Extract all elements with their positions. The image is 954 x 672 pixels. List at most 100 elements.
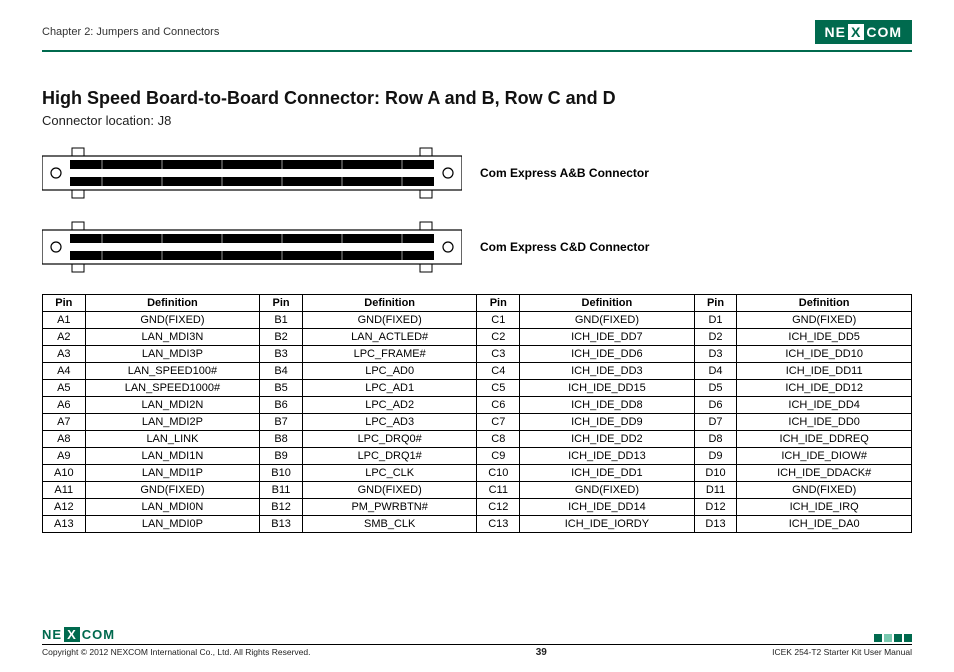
cell-pin: D2 [694,329,737,346]
cell-definition: ICH_IDE_DD10 [737,346,912,363]
footer-nexcom-logo: NE X COM [42,627,115,642]
cell-definition: ICH_IDE_DDACK# [737,465,912,482]
cell-pin: C2 [477,329,520,346]
connector-ab-label: Com Express A&B Connector [480,166,649,180]
cell-pin: B10 [260,465,303,482]
cell-definition: ICH_IDE_IRQ [737,499,912,516]
header-divider [42,50,912,52]
cell-definition: PM_PWRBTN# [302,499,477,516]
cell-pin: D12 [694,499,737,516]
cell-pin: C10 [477,465,520,482]
cell-definition: LAN_MDI2N [85,397,260,414]
cell-pin: D4 [694,363,737,380]
logo-part-com: COM [866,24,902,40]
cell-definition: LAN_SPEED1000# [85,380,260,397]
cell-pin: C9 [477,448,520,465]
cell-pin: C3 [477,346,520,363]
cell-pin: B13 [260,516,303,533]
cell-definition: ICH_IDE_DDREQ [737,431,912,448]
cell-definition: ICH_IDE_DD13 [520,448,695,465]
nexcom-logo: NE X COM [815,20,912,44]
cell-definition: ICH_IDE_DD6 [520,346,695,363]
cell-definition: GND(FIXED) [520,312,695,329]
cell-definition: ICH_IDE_DD15 [520,380,695,397]
table-row: A7LAN_MDI2PB7LPC_AD3C7ICH_IDE_DD9D7ICH_I… [43,414,912,431]
cell-pin: D10 [694,465,737,482]
cell-pin: B9 [260,448,303,465]
cell-pin: B6 [260,397,303,414]
cell-definition: ICH_IDE_DIOW# [737,448,912,465]
footer-logo-x: X [64,627,80,642]
page-footer: NE X COM Copyright © 2012 NEXCOM Interna… [42,627,912,658]
cell-definition: ICH_IDE_DA0 [737,516,912,533]
cell-definition: LPC_AD2 [302,397,477,414]
cell-pin: A12 [43,499,86,516]
cell-definition: ICH_IDE_DD7 [520,329,695,346]
cell-pin: D3 [694,346,737,363]
th-pin-d: Pin [694,295,737,312]
cell-pin: D6 [694,397,737,414]
footer-squares-icon [874,634,912,642]
cell-definition: ICH_IDE_DD11 [737,363,912,380]
cell-definition: ICH_IDE_DD12 [737,380,912,397]
connector-cd-label: Com Express C&D Connector [480,240,649,254]
cell-definition: LAN_MDI0P [85,516,260,533]
connector-cd-block: Com Express C&D Connector [42,220,912,274]
cell-definition: GND(FIXED) [520,482,695,499]
cell-pin: B4 [260,363,303,380]
cell-definition: GND(FIXED) [302,312,477,329]
table-row: A5LAN_SPEED1000#B5LPC_AD1C5ICH_IDE_DD15D… [43,380,912,397]
table-row: A3LAN_MDI3PB3LPC_FRAME#C3ICH_IDE_DD6D3IC… [43,346,912,363]
cell-definition: LPC_AD0 [302,363,477,380]
cell-pin: A13 [43,516,86,533]
cell-pin: B3 [260,346,303,363]
cell-definition: ICH_IDE_IORDY [520,516,695,533]
cell-definition: GND(FIXED) [85,312,260,329]
logo-part-x: X [848,24,864,40]
cell-pin: A6 [43,397,86,414]
cell-pin: C13 [477,516,520,533]
cell-pin: C1 [477,312,520,329]
cell-definition: LAN_SPEED100# [85,363,260,380]
cell-pin: C8 [477,431,520,448]
connector-ab-icon [42,146,462,200]
th-pin-b: Pin [260,295,303,312]
section-heading: High Speed Board-to-Board Connector: Row… [42,88,912,109]
footer-logo-com: COM [82,627,115,642]
cell-definition: LPC_AD1 [302,380,477,397]
cell-definition: LPC_CLK [302,465,477,482]
cell-pin: C4 [477,363,520,380]
cell-definition: ICH_IDE_DD9 [520,414,695,431]
cell-pin: C7 [477,414,520,431]
cell-pin: A10 [43,465,86,482]
cell-pin: D11 [694,482,737,499]
table-header: Pin Definition Pin Definition Pin Defini… [43,295,912,312]
th-def-b: Definition [302,295,477,312]
cell-pin: A7 [43,414,86,431]
cell-pin: D9 [694,448,737,465]
cell-pin: A2 [43,329,86,346]
table-row: A13LAN_MDI0PB13SMB_CLKC13ICH_IDE_IORDYD1… [43,516,912,533]
connector-cd-icon [42,220,462,274]
footer-doc-title: ICEK 254-T2 Starter Kit User Manual [772,647,912,658]
connector-location: Connector location: J8 [42,113,912,128]
cell-pin: B12 [260,499,303,516]
cell-pin: D8 [694,431,737,448]
th-def-c: Definition [520,295,695,312]
connector-ab-block: Com Express A&B Connector [42,146,912,200]
table-body: A1GND(FIXED)B1GND(FIXED)C1GND(FIXED)D1GN… [43,312,912,533]
table-row: A10LAN_MDI1PB10LPC_CLKC10ICH_IDE_DD1D10I… [43,465,912,482]
logo-part-ne: NE [825,24,846,40]
cell-definition: ICH_IDE_DD1 [520,465,695,482]
cell-definition: LAN_MDI3N [85,329,260,346]
cell-definition: LAN_MDI3P [85,346,260,363]
cell-definition: SMB_CLK [302,516,477,533]
cell-definition: LPC_DRQ1# [302,448,477,465]
th-def-a: Definition [85,295,260,312]
cell-definition: GND(FIXED) [85,482,260,499]
cell-pin: C5 [477,380,520,397]
cell-definition: LAN_MDI0N [85,499,260,516]
th-pin-a: Pin [43,295,86,312]
cell-definition: LAN_MDI1P [85,465,260,482]
cell-pin: D13 [694,516,737,533]
